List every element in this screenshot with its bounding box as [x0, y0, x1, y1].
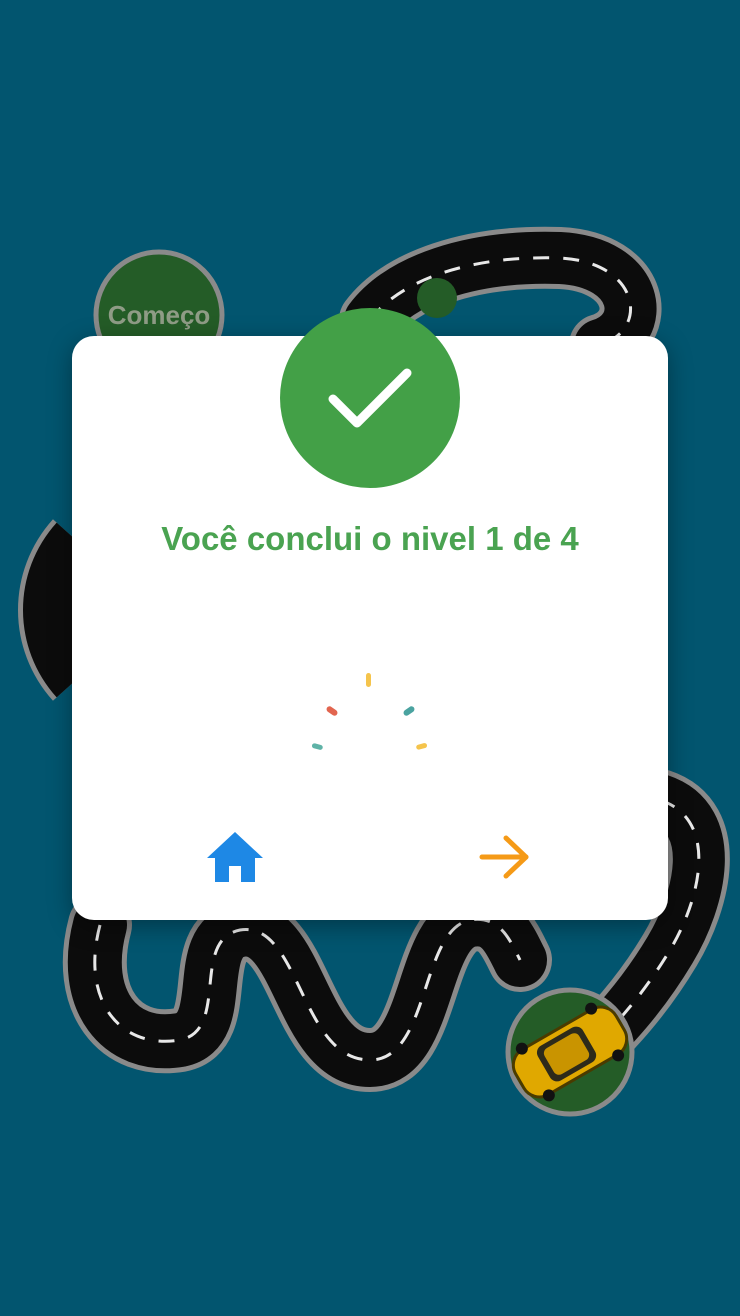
start-label: Começo [107, 300, 211, 330]
home-button[interactable] [200, 822, 270, 892]
home-icon [207, 832, 263, 882]
confetti-piece [326, 706, 338, 716]
track-bottom-segment [62, 887, 552, 1093]
game-screen: Começo Você conclui o nivel 1 de 4 [0, 0, 740, 1316]
confetti-piece [366, 673, 371, 687]
next-level-button[interactable] [470, 822, 540, 892]
checkmark-icon [328, 368, 412, 428]
confetti-burst [311, 673, 428, 750]
success-badge [280, 308, 460, 488]
track-marker-dot [417, 278, 457, 318]
level-complete-message: Você conclui o nivel 1 de 4 [161, 520, 579, 557]
confetti-piece [403, 706, 415, 716]
confetti-piece [311, 743, 323, 750]
confetti-piece [416, 743, 428, 750]
arrow-right-icon [479, 835, 529, 879]
